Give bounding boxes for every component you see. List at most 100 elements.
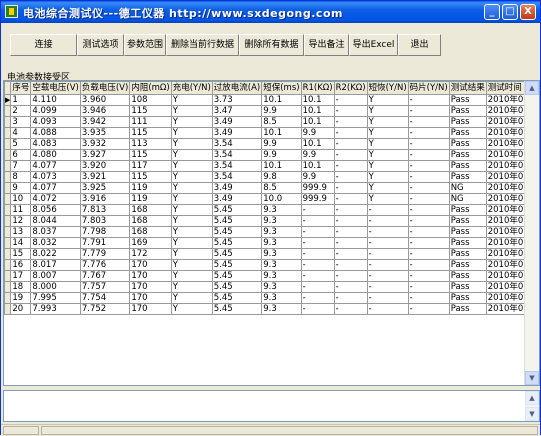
grid-vertical-scrollbar[interactable]: ▲ ▼ (524, 81, 539, 385)
table-cell[interactable]: - (407, 204, 450, 216)
table-cell[interactable]: - (333, 105, 368, 117)
table-cell[interactable]: Y (170, 94, 213, 106)
table-cell[interactable]: 168 (129, 226, 172, 238)
battery-data-grid[interactable]: 序号 空载电压(V) 负载电压(V) 内阻(mΩ) 充电(Y/N) 过放电流(A… (3, 80, 540, 386)
table-cell[interactable]: Y (170, 116, 213, 128)
table-cell[interactable]: - (300, 303, 335, 315)
table-row[interactable]: 3 4.093 3.942 111 Y 3.49 8.5 10.1- Y - Pass 2010年01… (4, 116, 539, 128)
table-cell[interactable]: - (333, 237, 368, 249)
table-cell[interactable]: Y (366, 138, 409, 150)
table-cell[interactable]: 117 (129, 160, 172, 172)
table-cell[interactable]: 3 (10, 116, 32, 128)
table-cell[interactable]: 5.45 (211, 292, 263, 304)
column-header[interactable]: R1(KΩ) (300, 81, 335, 95)
table-cell[interactable]: - (407, 303, 450, 315)
table-cell[interactable]: 3.49 (211, 182, 263, 194)
table-cell[interactable]: 108 (129, 94, 172, 106)
table-cell[interactable]: 19 (10, 292, 32, 304)
table-row[interactable]: 13 8.037 7.798 168 Y 5.45 9.3- - - - Pass 2010年01月1… (4, 226, 539, 238)
table-cell[interactable]: 4.099 (30, 105, 81, 117)
table-cell[interactable]: - (366, 270, 409, 282)
column-header[interactable]: 码片(Y/N) (407, 81, 450, 95)
table-cell[interactable]: - (333, 171, 368, 183)
table-cell[interactable]: 170 (129, 281, 172, 293)
table-cell[interactable]: - (333, 248, 368, 260)
table-cell[interactable]: Pass (448, 237, 487, 249)
exit-button[interactable]: 退出 (398, 34, 441, 56)
table-cell[interactable]: 3.49 (211, 127, 263, 139)
table-cell[interactable]: 9.3 (261, 215, 302, 227)
close-button[interactable]: X (520, 4, 536, 20)
table-cell[interactable]: 7.767 (79, 270, 131, 282)
column-header[interactable]: 负载电压(V) (79, 81, 131, 95)
table-cell[interactable]: 3.54 (211, 149, 263, 161)
table-cell[interactable]: 8.044 (30, 215, 81, 227)
table-cell[interactable]: - (300, 237, 335, 249)
table-cell[interactable]: Y (170, 292, 213, 304)
table-cell[interactable]: Pass (448, 259, 487, 271)
table-cell[interactable]: 3.942 (79, 116, 131, 128)
table-cell[interactable]: 9.3 (261, 204, 302, 216)
table-row[interactable]: 19 7.995 7.754 170 Y 5.45 9.3- - - - Pass 2010年01月1… (4, 292, 539, 304)
table-cell[interactable]: Y (170, 226, 213, 238)
table-cell[interactable]: 9 (10, 182, 32, 194)
table-cell[interactable]: 119 (129, 182, 172, 194)
table-cell[interactable]: 5.45 (211, 270, 263, 282)
table-cell[interactable]: Pass (448, 127, 487, 139)
table-cell[interactable]: Y (366, 94, 409, 106)
table-cell[interactable]: Pass (448, 204, 487, 216)
table-cell[interactable]: Y (170, 105, 213, 117)
table-cell[interactable]: 1 (10, 94, 32, 106)
table-cell[interactable]: 3.925 (79, 182, 131, 194)
table-row[interactable]: 6 4.080 3.927 115 Y 3.54 9.9 9.9- Y - Pass 2010年01月… (4, 149, 539, 161)
table-cell[interactable]: 113 (129, 138, 172, 150)
table-cell[interactable]: 5.45 (211, 215, 263, 227)
table-cell[interactable]: 10.1 (300, 160, 335, 172)
table-cell[interactable]: 8.007 (30, 270, 81, 282)
table-cell[interactable]: 8.032 (30, 237, 81, 249)
table-cell[interactable]: - (333, 127, 368, 139)
table-cell[interactable]: 168 (129, 215, 172, 227)
table-cell[interactable]: - (300, 292, 335, 304)
table-cell[interactable]: 9.3 (261, 270, 302, 282)
table-cell[interactable]: 8.5 (261, 182, 302, 194)
table-cell[interactable]: 15 (10, 248, 32, 260)
table-cell[interactable]: - (300, 215, 335, 227)
title-bar[interactable]: 电池综合测试仪---德工仪器 http://www.sxdegong.com _… (1, 1, 540, 23)
table-cell[interactable]: - (407, 281, 450, 293)
table-row[interactable]: 2 4.099 3.946 115 Y 3.47 9.9 10.1- Y - Pass 2010年01… (4, 105, 539, 117)
table-cell[interactable]: 8.022 (30, 248, 81, 260)
param-range-button[interactable]: 参数范围 (124, 34, 166, 56)
table-row[interactable]: ▶ 1 4.110 3.960 108 Y 3.73 10.1 10.1- Y - Pass 2010年… (4, 94, 539, 106)
table-cell[interactable]: 8.017 (30, 259, 81, 271)
table-cell[interactable]: 8.5 (261, 116, 302, 128)
table-cell[interactable]: 4.088 (30, 127, 81, 139)
table-row[interactable]: 14 8.032 7.791 169 Y 5.45 9.3- - - - Pass 2010年01月1… (4, 237, 539, 249)
table-cell[interactable]: Y (170, 237, 213, 249)
table-cell[interactable]: 7.798 (79, 226, 131, 238)
table-cell[interactable]: 10.1 (261, 94, 302, 106)
table-cell[interactable]: - (366, 281, 409, 293)
table-cell[interactable]: 9.3 (261, 259, 302, 271)
table-row[interactable]: 11 8.056 7.813 168 Y 5.45 9.3- - - - Pass 2010年01月1… (4, 204, 539, 216)
table-cell[interactable]: 4.093 (30, 116, 81, 128)
table-cell[interactable]: 7.752 (79, 303, 131, 315)
table-row[interactable]: 7 4.077 3.920 117 Y 3.54 10.1 10.1- Y - Pass 2010年0… (4, 160, 539, 172)
table-cell[interactable]: 115 (129, 127, 172, 139)
table-cell[interactable]: - (407, 193, 450, 205)
table-cell[interactable]: 7.757 (79, 281, 131, 293)
table-cell[interactable]: Pass (448, 171, 487, 183)
column-header[interactable]: 短恢(Y/N) (366, 81, 409, 95)
table-cell[interactable]: Y (170, 138, 213, 150)
table-cell[interactable]: - (333, 270, 368, 282)
delete-all-data-button[interactable]: 删除所有数据 (239, 34, 304, 56)
table-cell[interactable]: Y (170, 171, 213, 183)
table-cell[interactable]: 3.960 (79, 94, 131, 106)
table-cell[interactable]: Y (366, 127, 409, 139)
table-cell[interactable]: 9.9 (261, 138, 302, 150)
memo-scroll-down-icon[interactable]: ▼ (525, 407, 539, 421)
table-cell[interactable]: Pass (448, 149, 487, 161)
table-cell[interactable]: - (333, 226, 368, 238)
export-notes-button[interactable]: 导出备注 (304, 34, 349, 56)
table-cell[interactable]: - (300, 248, 335, 260)
